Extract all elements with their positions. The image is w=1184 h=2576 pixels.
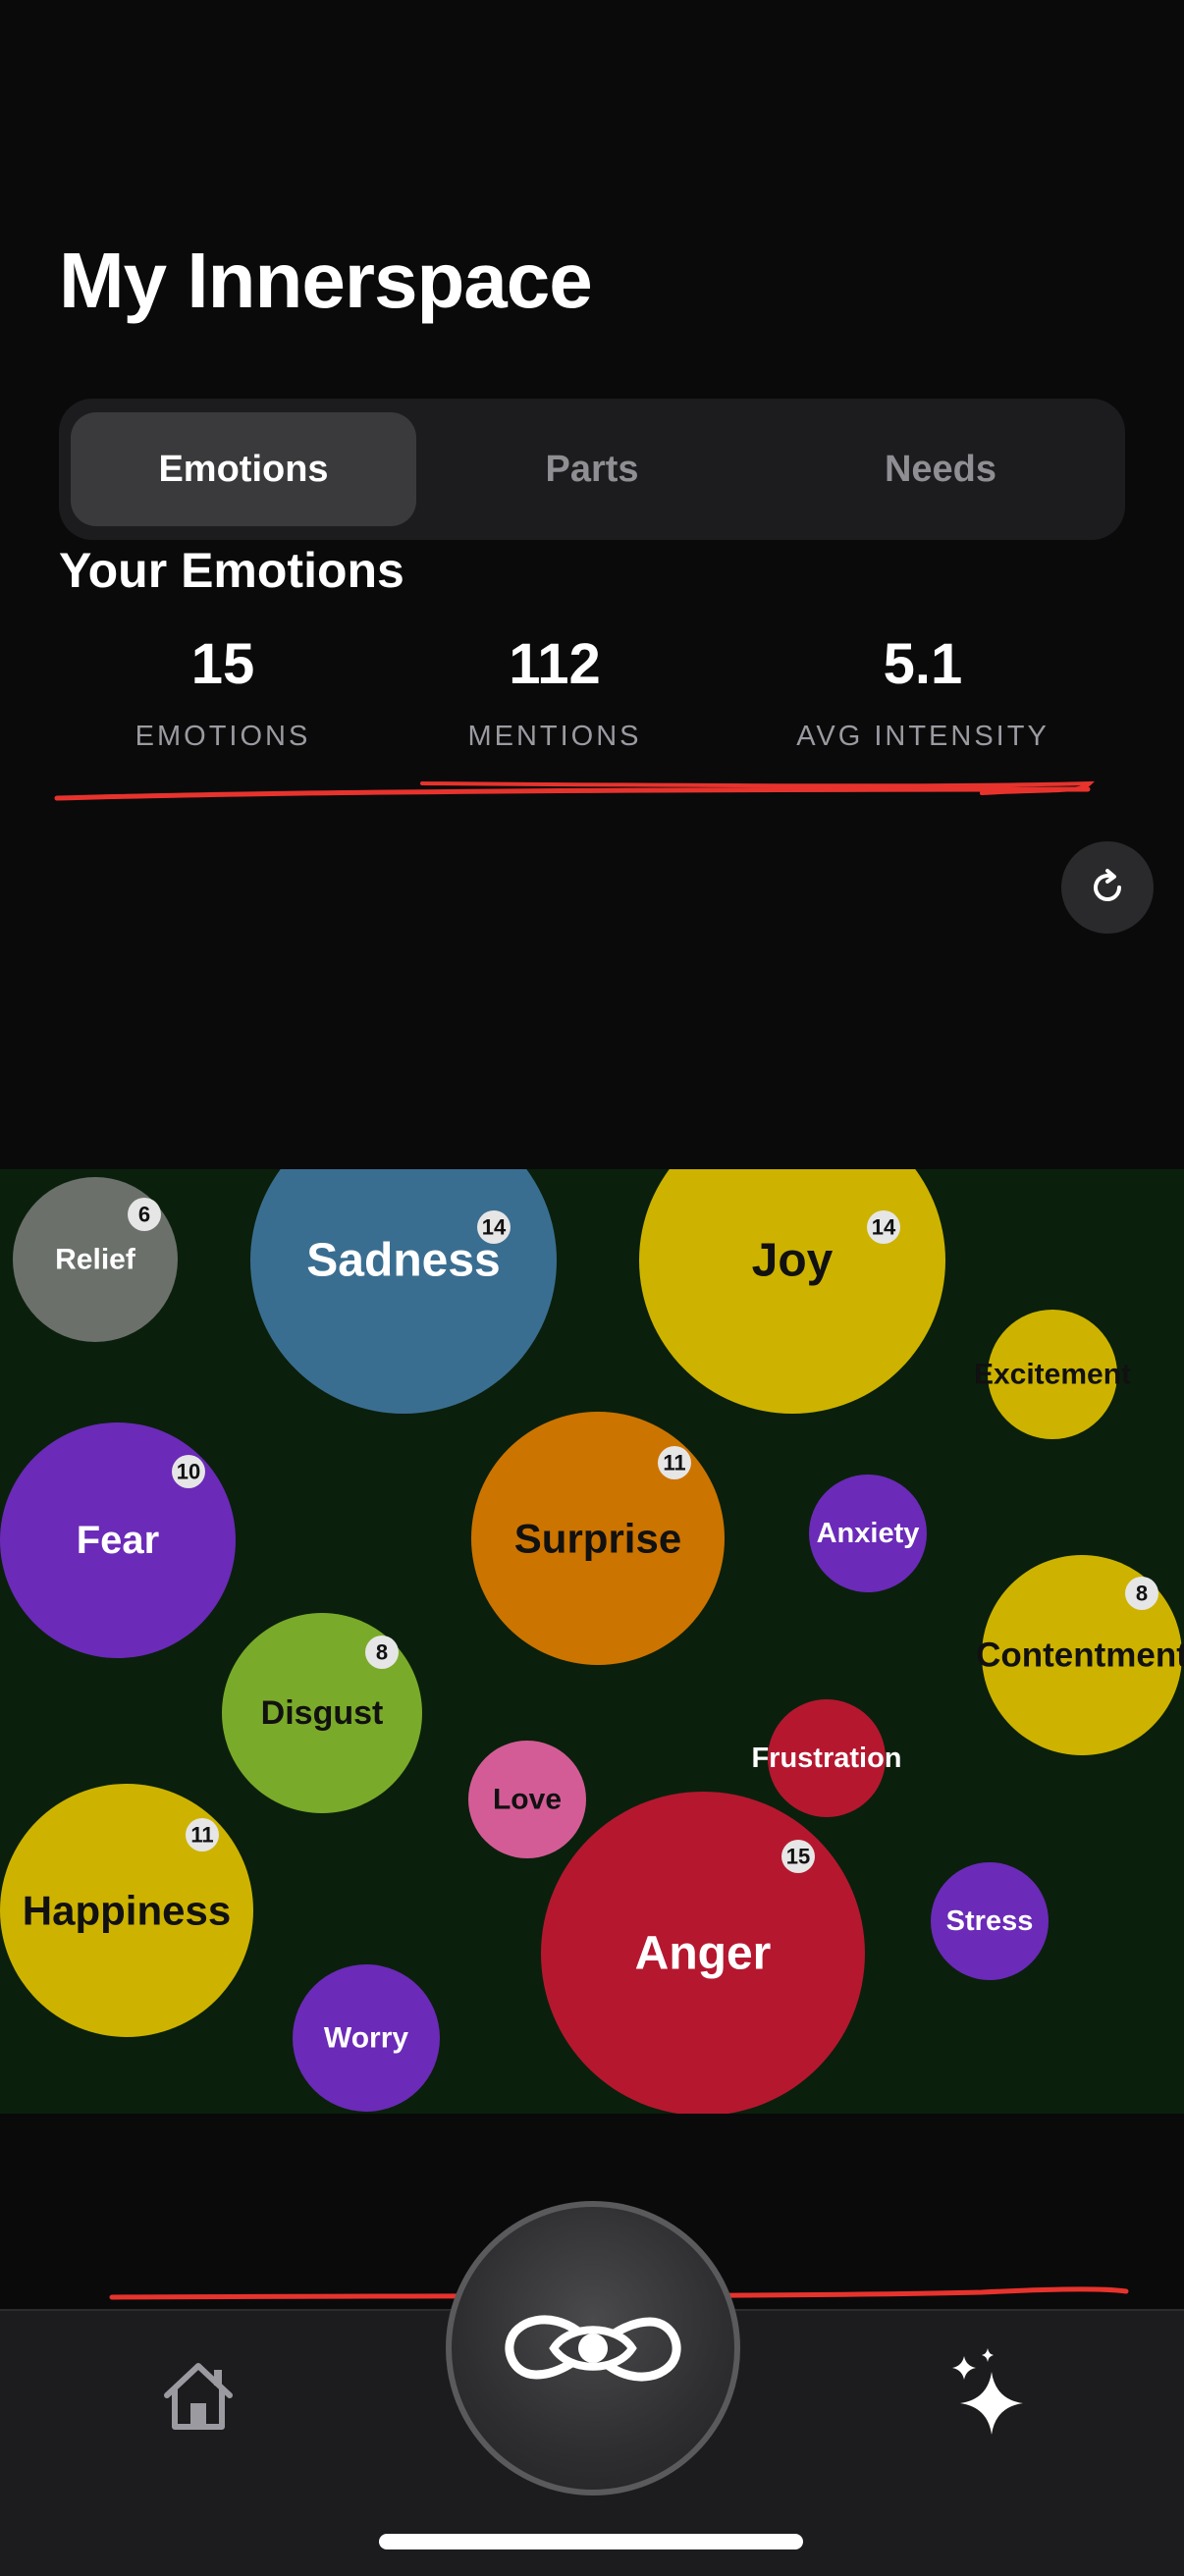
bubble-fear-count: 10 [177, 1460, 200, 1484]
bubble-surprise-label: Surprise [514, 1516, 681, 1562]
refresh-icon [1094, 869, 1121, 901]
sparkles-button[interactable] [948, 2348, 1033, 2439]
stat-mentions-value: 112 [509, 632, 601, 696]
stat-avg-intensity: 5.1 AVG INTENSITY [756, 636, 1090, 753]
bubble-contentment[interactable]: Contentment 8 [976, 1555, 1184, 1755]
bubble-frustration-label: Frustration [751, 1743, 901, 1774]
bubble-disgust-label: Disgust [261, 1694, 384, 1732]
bubble-joy[interactable]: Joy 14 [639, 1169, 945, 1414]
home-icon [164, 2363, 233, 2430]
emotion-bubble-chart: Relief 6 Sadness 14 Joy 14 Excitement Fear 10 Sur… [0, 1169, 1184, 2114]
bubble-frustration[interactable]: Frustration [751, 1699, 902, 1817]
bubble-sadness-circle [250, 1169, 557, 1414]
section-title: Your Emotions [59, 543, 404, 598]
center-action-button[interactable] [446, 2201, 740, 2496]
bubble-contentment-count: 8 [1136, 1582, 1148, 1606]
bubble-sadness-count: 14 [482, 1215, 507, 1240]
stat-avg-intensity-label: AVG INTENSITY [796, 721, 1049, 752]
bubble-surprise[interactable]: Surprise 11 [471, 1412, 725, 1665]
bubble-joy-label: Joy [752, 1235, 834, 1287]
bubble-anger-count: 15 [786, 1845, 810, 1869]
home-indicator [379, 2534, 803, 2549]
bubble-anxiety[interactable]: Anxiety [809, 1475, 927, 1592]
stat-mentions-label: MENTIONS [467, 721, 642, 752]
bubble-anxiety-label: Anxiety [817, 1518, 920, 1549]
sparkles-icon [952, 2348, 1023, 2435]
bubble-fear-label: Fear [77, 1519, 160, 1562]
bubble-svg: Relief6Sadness14Joy14ExcitementFear10Sur… [0, 1169, 1184, 2114]
stat-emotions-value: 15 [190, 632, 255, 696]
bubble-sadness-label: Sadness [306, 1235, 500, 1287]
refresh-button[interactable] [1061, 841, 1154, 934]
annotation-underline-top [54, 780, 1095, 801]
bubble-contentment-label: Contentment [976, 1637, 1184, 1675]
bubble-anger-label: Anger [635, 1928, 772, 1980]
tab-parts[interactable]: Parts [419, 412, 765, 526]
bubble-surprise-count: 11 [663, 1451, 685, 1476]
bubble-happiness[interactable]: Happiness 11 [0, 1784, 253, 2037]
stat-emotions: 15 EMOTIONS [56, 636, 390, 753]
bubble-relief-count: 6 [138, 1203, 150, 1227]
tab-needs[interactable]: Needs [768, 412, 1113, 526]
page-title: My Innerspace [59, 237, 593, 324]
bubble-fear[interactable]: Fear 10 [0, 1422, 236, 1658]
bubble-worry-label: Worry [324, 2022, 408, 2055]
bubble-relief[interactable]: Relief6 [13, 1177, 178, 1342]
bubble-love[interactable]: Love [468, 1741, 586, 1858]
bubble-stress[interactable]: Stress [931, 1862, 1049, 1980]
bubble-anger[interactable]: Anger 15 [541, 1792, 865, 2114]
stat-avg-intensity-value: 5.1 [883, 632, 963, 696]
bubble-excitement[interactable]: Excitement [974, 1310, 1131, 1439]
bubble-disgust[interactable]: Disgust 8 [222, 1613, 422, 1813]
stat-emotions-label: EMOTIONS [135, 721, 311, 752]
tab-emotions[interactable]: Emotions [71, 412, 416, 526]
bubble-stress-label: Stress [946, 1905, 1034, 1937]
bubble-worry[interactable]: Worry [293, 1964, 440, 2112]
bubble-happiness-label: Happiness [23, 1888, 231, 1934]
home-button[interactable] [157, 2356, 240, 2435]
segmented-control: Emotions Parts Needs [59, 399, 1125, 540]
bubble-joy-count: 14 [872, 1215, 896, 1240]
infinity-eye-icon [505, 2315, 681, 2382]
bubble-happiness-count: 11 [190, 1823, 213, 1848]
bubble-love-label: Love [493, 1784, 562, 1816]
bubble-disgust-count: 8 [376, 1640, 388, 1665]
stat-mentions: 112 MENTIONS [388, 636, 722, 753]
bubble-relief-label: Relief [55, 1244, 136, 1276]
bubble-sadness[interactable]: Sadness14 [250, 1169, 557, 1414]
bubble-excitement-label: Excitement [974, 1359, 1131, 1391]
bubble-joy-circle [639, 1169, 945, 1414]
